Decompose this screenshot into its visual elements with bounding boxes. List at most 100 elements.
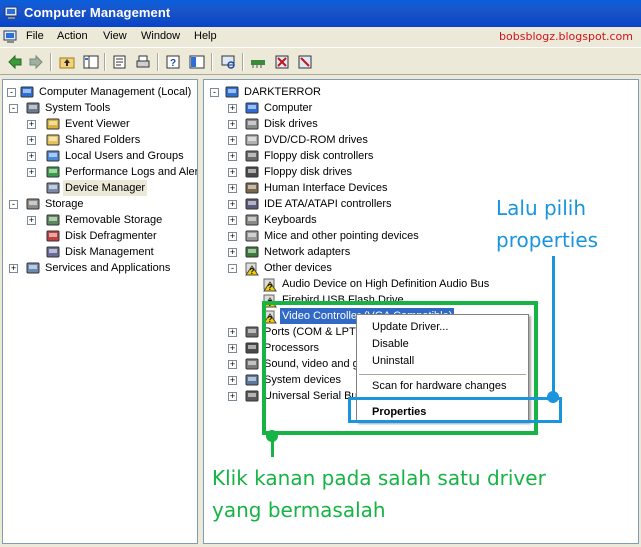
back-arrow-icon[interactable] — [6, 53, 24, 71]
toolbar-separator — [242, 53, 244, 71]
expand-toggle[interactable]: + — [228, 200, 237, 209]
disable-icon[interactable] — [296, 53, 314, 71]
tree-item-system-tools[interactable]: - System Tools — [3, 100, 197, 116]
tree-item-label: Mice and other pointing devices — [264, 230, 419, 242]
toolbar-separator — [211, 53, 213, 71]
tree-item-floppy-disk-drives[interactable]: + Floppy disk drives — [204, 164, 638, 180]
console-tree-pane[interactable]: - Computer Management (Local) - System Tool… — [2, 79, 198, 544]
expand-toggle[interactable]: + — [228, 136, 237, 145]
computer-management-icon — [4, 6, 18, 19]
expand-toggle[interactable]: + — [228, 104, 237, 113]
collapse-toggle[interactable]: - — [228, 264, 237, 273]
tree-item-removable-storage[interactable]: + Removable Storage — [3, 212, 197, 228]
title-bar: Computer Management — [0, 0, 641, 27]
tree-item-floppy-disk-controllers[interactable]: + Floppy disk controllers — [204, 148, 638, 164]
warning-icon: ? — [263, 278, 277, 292]
expand-toggle[interactable]: + — [228, 216, 237, 225]
tree-item-local-users-and-groups[interactable]: + Local Users and Groups — [3, 148, 197, 164]
expand-toggle[interactable]: + — [27, 216, 36, 225]
storage-icon — [26, 198, 40, 210]
defragmenter-icon — [46, 230, 60, 242]
menu-help[interactable]: Help — [194, 30, 217, 42]
system-tools-icon — [26, 102, 40, 114]
expand-toggle[interactable]: + — [228, 248, 237, 257]
tree-item-event-viewer[interactable]: + Event Viewer — [3, 116, 197, 132]
collapse-toggle[interactable]: - — [9, 104, 18, 113]
show-tree-icon[interactable] — [82, 53, 100, 71]
tree-item-label: Computer — [264, 102, 313, 114]
device-manager-icon — [46, 182, 60, 194]
removable-storage-icon — [46, 214, 60, 226]
window-title: Computer Management — [24, 5, 171, 20]
menu-file[interactable]: File — [26, 30, 44, 42]
expand-toggle[interactable]: + — [228, 152, 237, 161]
keyboard-icon — [245, 214, 259, 226]
menu-view[interactable]: View — [103, 30, 127, 42]
system-menu-icon[interactable] — [3, 29, 19, 45]
collapse-toggle[interactable]: - — [210, 88, 219, 97]
menu-bar: File Action View Window Help bobsblogz.b… — [0, 27, 641, 47]
tree-item-label: Local Users and Groups — [65, 150, 184, 162]
collapse-toggle[interactable]: - — [9, 200, 18, 209]
tree-item-label: Storage — [45, 198, 84, 210]
tree-item-computer[interactable]: + Computer — [204, 100, 638, 116]
expand-toggle[interactable]: + — [228, 168, 237, 177]
performance-icon — [46, 166, 60, 178]
tree-item-human-interface-devices[interactable]: + Human Interface Devices — [204, 180, 638, 196]
toolbar-separator — [157, 53, 159, 71]
uninstall-icon[interactable] — [273, 53, 291, 71]
up-folder-icon[interactable] — [58, 53, 76, 71]
scan-hardware-icon[interactable] — [219, 53, 237, 71]
system-devices-icon — [245, 374, 259, 386]
tree-item-device-manager[interactable]: Device Manager — [3, 180, 197, 196]
tree-item-shared-folders[interactable]: + Shared Folders — [3, 132, 197, 148]
expand-toggle[interactable]: + — [228, 360, 237, 369]
tree-item-services-and-applications[interactable]: + Services and Applications — [3, 260, 197, 276]
collapse-toggle[interactable]: - — [7, 88, 16, 97]
expand-toggle[interactable]: + — [228, 184, 237, 193]
annotation-blue-line2: properties — [496, 228, 599, 252]
disk-drive-icon — [245, 118, 259, 130]
blue-callout-dot — [547, 391, 559, 403]
tree-item-label: IDE ATA/ATAPI controllers — [264, 198, 392, 210]
tree-item-label: Network adapters — [264, 246, 351, 258]
event-viewer-icon — [46, 118, 60, 130]
properties-icon[interactable] — [111, 53, 129, 71]
toolbar-separator — [50, 53, 52, 71]
tree-item-performance-logs-and-alerts[interactable]: + Performance Logs and Alerts — [3, 164, 197, 180]
expand-toggle[interactable]: + — [27, 168, 36, 177]
tree-item-darkterror[interactable]: - DARKTERROR — [204, 84, 638, 100]
tree-item-audio-device-on-high-definition-audio-bus[interactable]: ? Audio Device on High Definition Audio B… — [204, 276, 638, 292]
expand-toggle[interactable]: + — [228, 120, 237, 129]
expand-toggle[interactable]: + — [228, 376, 237, 385]
expand-toggle[interactable]: + — [228, 392, 237, 401]
menu-action[interactable]: Action — [57, 30, 88, 42]
expand-toggle[interactable]: + — [9, 264, 18, 273]
floppy-icon — [245, 166, 259, 178]
tree-item-label: Disk Management — [65, 246, 154, 258]
tree-item-disk-drives[interactable]: + Disk drives — [204, 116, 638, 132]
tree-item-storage[interactable]: - Storage — [3, 196, 197, 212]
update-driver-icon[interactable] — [249, 53, 267, 71]
processor-icon — [245, 342, 259, 354]
tree-item-disk-defragmenter[interactable]: Disk Defragmenter — [3, 228, 197, 244]
expand-toggle[interactable]: + — [27, 120, 36, 129]
forward-arrow-icon[interactable] — [27, 53, 45, 71]
expand-toggle[interactable]: + — [228, 328, 237, 337]
menu-window[interactable]: Window — [141, 30, 180, 42]
expand-toggle[interactable]: + — [228, 344, 237, 353]
tree-item-computer-management-local[interactable]: - Computer Management (Local) — [3, 84, 197, 100]
expand-toggle[interactable]: + — [27, 152, 36, 161]
tree-item-label: DARKTERROR — [244, 86, 322, 98]
help-icon[interactable]: ? — [164, 53, 182, 71]
tree-item-other-devices[interactable]: -? Other devices — [204, 260, 638, 276]
print-icon[interactable] — [134, 53, 152, 71]
tree-item-label: Device Manager — [63, 180, 148, 196]
tree-item-disk-management[interactable]: Disk Management — [3, 244, 197, 260]
expand-toggle[interactable]: + — [27, 136, 36, 145]
tree-item-dvd-cd-rom-drives[interactable]: + DVD/CD-ROM drives — [204, 132, 638, 148]
expand-toggle[interactable]: + — [228, 232, 237, 241]
console-icon[interactable] — [188, 53, 206, 71]
users-icon — [46, 150, 60, 162]
svg-text:?: ? — [250, 267, 255, 276]
